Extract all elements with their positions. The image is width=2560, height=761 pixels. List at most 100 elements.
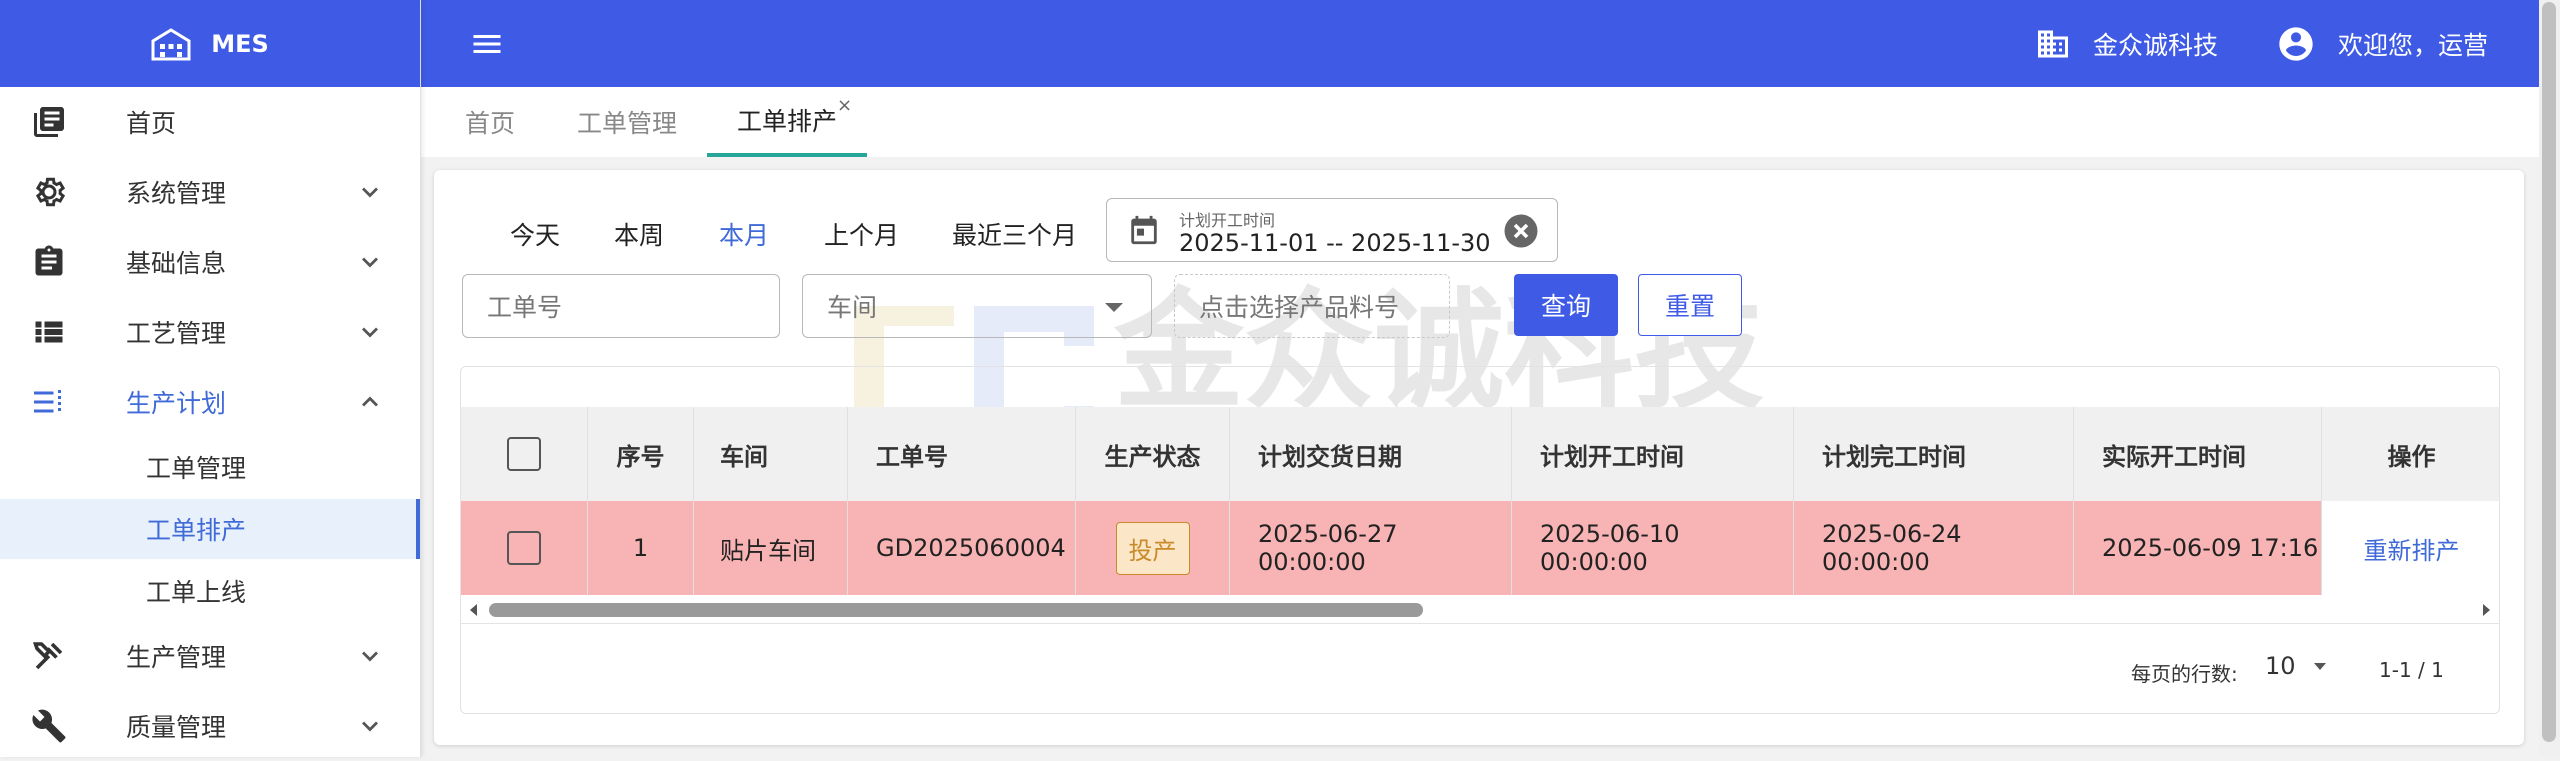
tab-order-management[interactable]: 工单管理 (577, 87, 677, 157)
sidebar-item-production-management[interactable]: 生产管理 (0, 621, 420, 691)
company-switcher[interactable]: 金众诚科技 (2035, 22, 2218, 66)
header-index: 序号 (588, 407, 694, 501)
dashboard-icon (30, 103, 68, 141)
factory-icon (151, 27, 191, 60)
page-range: 1-1 / 1 (2379, 658, 2444, 682)
sidebar-item-system[interactable]: 系统管理 (0, 157, 420, 227)
chevron-up-icon (362, 396, 378, 407)
sidebar-item-label: 生产管理 (126, 643, 227, 672)
sidebar-subitem-label: 工单排产 (146, 516, 247, 545)
cell-status: 投产 (1076, 501, 1230, 595)
calendar-icon (1131, 215, 1157, 245)
row-select-cell (461, 501, 588, 595)
tab-order-scheduling[interactable]: 工单排产 × (707, 87, 868, 157)
user-greeting: 欢迎您，运营 (2338, 31, 2489, 60)
chevron-down-icon (362, 721, 378, 732)
workshop-select[interactable]: 车间 (802, 274, 1152, 338)
main-card: 金众诚科技 JINZHONGCHENG TECHNOLOGY 今天 本周 本月 … (434, 170, 2524, 745)
cell-actions: 重新排产 (2322, 501, 2499, 595)
plan-start-date-range[interactable]: 计划开工时间 2025-11-01 -- 2025-11-30 (1106, 198, 1558, 262)
rows-per-page-label: 每页的行数: (2131, 662, 2238, 686)
sidebar-subitem-order-management[interactable]: 工单管理 (0, 437, 420, 497)
chevron-down-icon (362, 187, 378, 198)
reset-button[interactable]: 重置 (1638, 274, 1742, 336)
sidebar-subitem-order-scheduling[interactable]: 工单排产 (0, 499, 420, 559)
cell-delivery-date: 2025-06-27 00:00:00 (1230, 501, 1512, 595)
header-delivery-date: 计划交货日期 (1230, 407, 1512, 501)
header-workshop: 车间 (694, 407, 848, 501)
sidebar-item-basic-info[interactable]: 基础信息 (0, 227, 420, 297)
sidebar-item-label: 系统管理 (126, 179, 227, 208)
tools-icon (30, 637, 68, 675)
sidebar-subitem-label: 工单上线 (146, 578, 247, 607)
date-range-label: 计划开工时间 (1179, 211, 1276, 230)
tab-label: 工单排产 (737, 107, 838, 136)
horizontal-scroll-thumb[interactable] (489, 603, 1423, 617)
brand-name: MES (211, 29, 269, 58)
clear-icon[interactable] (1503, 213, 1539, 249)
tab-home[interactable]: 首页 (465, 87, 515, 157)
dropdown-arrow-icon (2313, 663, 2326, 670)
range-last-three-months-button[interactable]: 最近三个月 (932, 206, 1097, 262)
table-header: 序号 车间 工单号 生产状态 计划交货日期 计划开工时间 计划完工时间 实际开工… (461, 407, 2499, 501)
plan-list-icon (30, 383, 68, 421)
menu-icon[interactable] (469, 26, 505, 62)
header-plan-end: 计划完工时间 (1794, 407, 2074, 501)
close-icon[interactable]: × (837, 95, 852, 116)
vertical-scrollbar[interactable] (2539, 0, 2560, 757)
sidebar-subitem-order-online[interactable]: 工单上线 (0, 561, 420, 621)
cell-index: 1 (588, 501, 694, 595)
sidebar-item-label: 工艺管理 (126, 319, 227, 348)
sidebar-item-label: 质量管理 (126, 713, 227, 742)
order-no-input[interactable]: 工单号 (462, 274, 780, 338)
select-all-cell (461, 407, 588, 501)
order-table: 序号 车间 工单号 生产状态 计划交货日期 计划开工时间 计划完工时间 实际开工… (460, 366, 2500, 714)
rows-per-page-select[interactable]: 10 (2265, 652, 2330, 680)
reschedule-link[interactable]: 重新排产 (2364, 531, 2460, 566)
header-status: 生产状态 (1076, 407, 1230, 501)
list-icon (30, 313, 68, 351)
clipboard-icon (30, 243, 68, 281)
tab-label: 工单管理 (577, 109, 678, 138)
horizontal-scrollbar[interactable] (461, 595, 2499, 623)
sidebar-item-quality[interactable]: 质量管理 (0, 691, 420, 761)
material-select-input[interactable]: 点击选择产品料号 (1174, 274, 1450, 338)
scroll-left-icon[interactable] (467, 603, 481, 617)
table-row[interactable]: 1 贴片车间 GD2025060004 投产 2025-06-27 00:00:… (461, 501, 2499, 595)
date-range-value: 2025-11-01 -- 2025-11-30 (1179, 229, 1491, 257)
header-order-no: 工单号 (848, 407, 1076, 501)
cell-order-no: GD2025060004 (848, 501, 1076, 595)
range-today-button[interactable]: 今天 (490, 206, 580, 262)
range-this-month-button[interactable]: 本月 (699, 206, 789, 262)
range-this-week-button[interactable]: 本周 (594, 206, 684, 262)
tab-label: 首页 (465, 109, 516, 138)
cell-plan-start: 2025-06-10 00:00:00 (1512, 501, 1794, 595)
vertical-scroll-thumb[interactable] (2542, 2, 2556, 742)
sidebar-item-label: 首页 (126, 109, 177, 138)
query-button[interactable]: 查询 (1514, 274, 1618, 336)
sidebar-item-home[interactable]: 首页 (0, 87, 420, 157)
gear-icon (30, 173, 68, 211)
page-tabs: 首页 工单管理 工单排产 × (421, 87, 2539, 157)
company-name: 金众诚科技 (2093, 31, 2219, 60)
sidebar: MES 首页 系统管理 基础信息 工艺管理 生产计划 工单管理 工单排产 工单上… (0, 0, 421, 757)
row-checkbox[interactable] (507, 531, 541, 565)
header-actions: 操作 (2387, 442, 2436, 471)
cell-workshop: 贴片车间 (694, 501, 848, 595)
header-actual-start: 实际开工时间 (2074, 407, 2322, 501)
range-last-month-button[interactable]: 上个月 (804, 206, 919, 262)
chevron-down-icon (362, 257, 378, 268)
chevron-down-icon (362, 651, 378, 662)
pagination: 每页的行数: 10 1-1 / 1 (461, 623, 2499, 713)
workshop-placeholder: 车间 (827, 293, 878, 322)
dropdown-arrow-icon (1105, 303, 1123, 312)
sidebar-item-label: 基础信息 (126, 249, 227, 278)
brand-header: MES (0, 0, 420, 87)
select-all-checkbox[interactable] (507, 437, 541, 471)
sidebar-item-process[interactable]: 工艺管理 (0, 297, 420, 367)
user-menu[interactable]: 欢迎您，运营 (2276, 22, 2488, 66)
sidebar-item-production-plan[interactable]: 生产计划 (0, 367, 420, 437)
cell-plan-end: 2025-06-24 00:00:00 (1794, 501, 2074, 595)
header-plan-start: 计划开工时间 (1512, 407, 1794, 501)
scroll-right-icon[interactable] (2479, 603, 2493, 617)
